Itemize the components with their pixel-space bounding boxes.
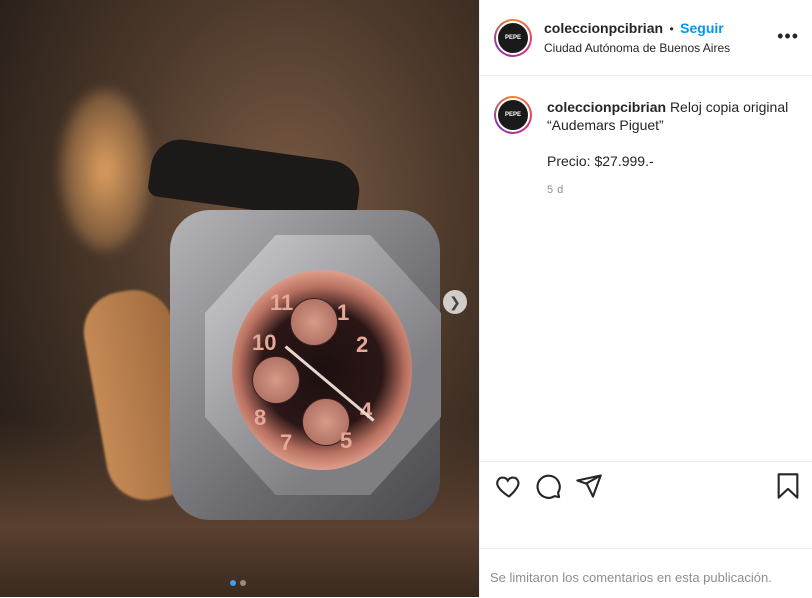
caption-username[interactable]: coleccionpcibrian (547, 99, 666, 115)
subdial-left (252, 356, 300, 404)
post-image[interactable]: 11 10 8 7 5 4 2 1 ❯ (0, 0, 479, 597)
bookmark-icon[interactable] (774, 472, 802, 500)
dial-numeral: 8 (254, 405, 267, 430)
caption-avatar[interactable]: PEPE (494, 96, 532, 134)
share-icon[interactable] (575, 472, 603, 500)
comments-footer: Se limitaron los comentarios en esta pub… (480, 548, 812, 598)
header-separator: • (669, 22, 674, 36)
location-link[interactable]: Ciudad Autónoma de Buenos Aires (544, 41, 730, 55)
carousel-dot (240, 580, 246, 586)
background-blur (60, 90, 150, 250)
action-bar (480, 461, 812, 552)
next-image-button[interactable]: ❯ (443, 290, 467, 314)
heart-icon[interactable] (495, 472, 523, 500)
post-time[interactable]: 5 d (547, 184, 564, 196)
dial-numeral: 1 (337, 300, 350, 325)
more-options-icon[interactable]: ••• (777, 26, 799, 47)
dial-numeral: 5 (340, 428, 353, 453)
avatar[interactable]: PEPE (494, 19, 532, 57)
carousel-dot-active (230, 580, 236, 586)
header-username[interactable]: coleccionpcibrian (544, 20, 663, 36)
follow-button[interactable]: Seguir (680, 20, 724, 36)
post-header: PEPE coleccionpcibrian • Seguir Ciudad A… (480, 0, 812, 76)
carousel-indicator (230, 580, 246, 586)
dial-numeral: 10 (252, 330, 277, 355)
avatar-image: PEPE (496, 98, 530, 132)
dial-numeral: 7 (280, 430, 293, 455)
caption-price: Precio: $27.999.- (547, 153, 654, 169)
post-caption: coleccionpcibrian Reloj copia original “… (547, 98, 797, 170)
dial-numeral: 2 (356, 332, 369, 357)
comment-icon[interactable] (534, 472, 562, 500)
subdial-top (290, 298, 338, 346)
post-side-panel: PEPE coleccionpcibrian • Seguir Ciudad A… (479, 0, 812, 597)
comments-disabled-notice: Se limitaron los comentarios en esta pub… (490, 570, 772, 585)
dial-numeral: 11 (270, 290, 294, 315)
watch-dial: 11 10 8 7 5 4 2 1 (232, 270, 412, 470)
avatar-image: PEPE (496, 21, 530, 55)
